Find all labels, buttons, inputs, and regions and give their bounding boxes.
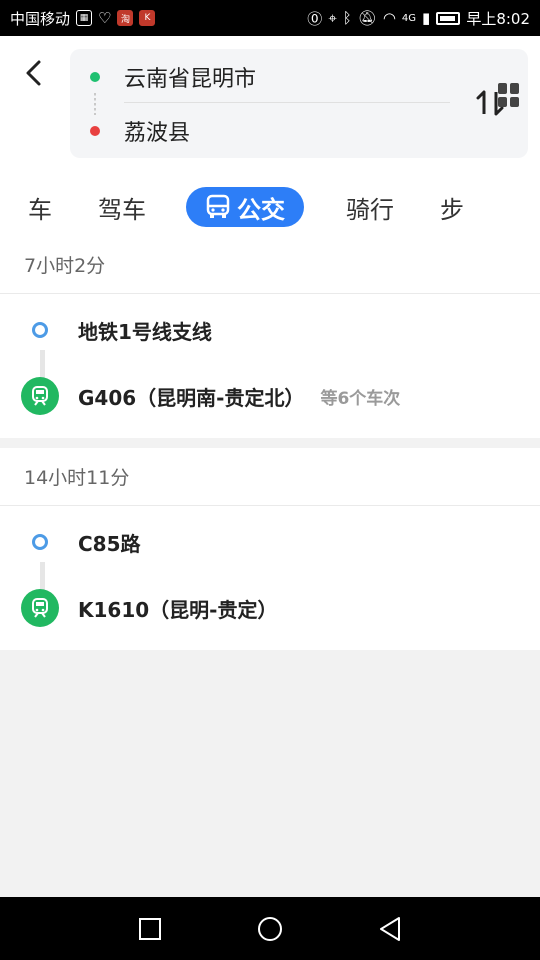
origin-dot-icon [90,72,100,82]
origin-text: 云南省昆明市 [124,67,257,92]
tab-drive-label: 驾车 [98,195,146,224]
circle-icon [258,917,282,941]
train-icon [21,589,59,627]
network-type: 4G [401,12,417,24]
tab-bus[interactable]: 公交 [186,187,304,227]
grid-icon [498,96,507,107]
tab-bike-label: 骑行 [346,195,394,224]
home-button[interactable] [256,915,284,943]
segment-name: C85路 [78,531,141,556]
bus-icon [206,194,230,218]
triangle-back-icon [380,917,400,941]
subway-ring-icon [32,534,48,550]
destination-text: 荔波县 [124,121,191,146]
back-button[interactable] [18,56,48,90]
route-header: 云南省昆明市 荔波县 车 驾车 公交 骑行 步 [0,36,540,236]
segment-name: K1610（昆明-贵定） [78,597,278,622]
location-icon: ⌖ [328,9,337,27]
system-back-button[interactable] [376,915,404,943]
grid-icon [510,83,519,94]
destination-dot-icon [90,126,100,136]
tab-taxi-label: 车 [28,195,52,224]
transit-results: 7小时2分 地铁1号线支线 G406（昆明南-贵定北） 等6个车次 14小时11… [0,236,540,650]
k-app-icon: K [139,10,156,26]
travel-mode-tabs: 车 驾车 公交 骑行 步 [0,181,540,236]
segment-subway: C85路 [0,522,540,562]
route-duration: 7小时2分 [0,236,540,294]
route-card[interactable]: 14小时11分 C85路 K1610（昆明-贵定） [0,448,540,650]
qr-app-icon: ▦ [76,10,93,26]
route-segments: C85路 K1610（昆明-贵定） [0,506,540,650]
signal-icon: ▮ [422,9,431,27]
segment-name: G406（昆明南-贵定北） [78,385,305,410]
route-card[interactable]: 7小时2分 地铁1号线支线 G406（昆明南-贵定北） 等6个车次 [0,236,540,438]
segment-train: G406（昆明南-贵定北） 等6个车次 [0,376,540,416]
segment-subway: 地铁1号线支线 [0,310,540,350]
segment-icon-wrap [0,322,80,338]
battery-icon [436,11,461,25]
carrier-name: 中国移动 [10,9,71,28]
wifi-icon: ◠ [382,9,396,27]
health-app-icon: ♡ [98,9,112,27]
grid-icon [510,96,519,107]
mute-icon: 🔕︎ [357,9,377,27]
nfc-icon: ⓪ [307,9,323,28]
recent-apps-button[interactable] [136,915,164,943]
segment-icon-wrap [0,534,80,550]
route-input-box: 云南省昆明市 荔波县 [70,49,528,158]
more-modes-button[interactable] [498,83,522,107]
square-icon [139,918,161,940]
segment-name: 地铁1号线支线 [78,319,212,344]
grid-icon [498,83,507,94]
chevron-left-icon [26,60,41,86]
route-duration: 14小时11分 [0,448,540,506]
tab-taxi[interactable]: 车 [0,187,52,227]
route-divider [124,102,450,103]
tab-bus-label: 公交 [237,195,285,224]
segment-note: 等6个车次 [320,388,401,409]
route-segments: 地铁1号线支线 G406（昆明南-贵定北） 等6个车次 [0,294,540,438]
subway-ring-icon [32,322,48,338]
status-right: ⓪ ⌖ ᛒ 🔕︎ ◠ 4G ▮ 早上8:02 [307,8,530,29]
segment-icon-wrap [0,589,80,627]
tab-fade [480,181,496,236]
tab-drive[interactable]: 驾车 [94,187,150,227]
system-nav-bar [0,897,540,960]
tab-walk-label: 步 [440,195,464,224]
origin-field[interactable]: 云南省昆明市 [70,57,450,97]
destination-field[interactable]: 荔波县 [70,111,450,151]
train-icon [21,377,59,415]
status-left: 中国移动 ▦ ♡ 淘 K [10,8,156,29]
tab-bike[interactable]: 骑行 [342,187,398,227]
segment-train: K1610（昆明-贵定） [0,588,540,628]
clock: 早上8:02 [466,9,530,28]
segment-icon-wrap [0,377,80,415]
status-bar: 中国移动 ▦ ♡ 淘 K ⓪ ⌖ ᛒ 🔕︎ ◠ 4G ▮ 早上8:02 [0,0,540,36]
bluetooth-icon: ᛒ [342,9,352,27]
taobao-app-icon: 淘 [117,10,134,26]
